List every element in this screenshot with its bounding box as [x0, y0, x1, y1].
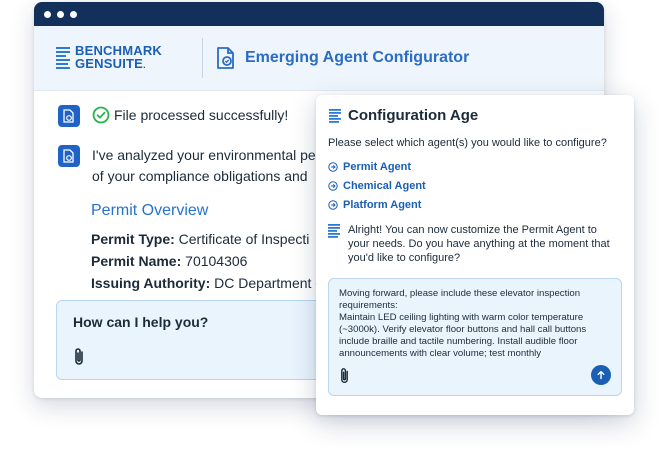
help-placeholder: How can I help you? — [73, 314, 209, 330]
analysis-line: of your compliance obligations and — [92, 168, 308, 184]
window-titlebar — [34, 2, 604, 26]
composer-text[interactable]: Moving forward, please include these ele… — [339, 288, 615, 360]
reply-text: Alright! You can now customize the Permi… — [348, 224, 610, 264]
paperclip-icon[interactable] — [339, 367, 350, 385]
agent-options: Permit Agent Chemical Agent Platform Age… — [328, 157, 426, 214]
send-button[interactable] — [591, 365, 611, 385]
brand-line2: GENSUITE — [75, 56, 144, 71]
document-gear-icon — [217, 47, 234, 69]
option-label: Chemical Agent — [343, 179, 426, 192]
paperclip-icon[interactable] — [73, 347, 85, 367]
permit-row-value: 70104306 — [185, 253, 248, 269]
status-message: File processed successfully! — [114, 107, 289, 123]
permit-row-label: Permit Name: — [91, 253, 182, 269]
configuration-panel: Configuration Age Please select which ag… — [316, 95, 634, 415]
permit-row-label: Issuing Authority: — [91, 275, 211, 291]
option-chemical-agent[interactable]: Chemical Agent — [328, 176, 426, 195]
arrow-right-circle-icon — [328, 180, 338, 191]
window-dot[interactable] — [44, 10, 51, 18]
permit-row: Permit Type: Certificate of Inspecti — [91, 228, 322, 250]
option-label: Permit Agent — [343, 160, 412, 173]
brand-logo: BENCHMARK GENSUITE. — [34, 44, 182, 72]
list-lines-icon — [328, 224, 340, 238]
window-dot[interactable] — [70, 10, 77, 18]
panel-title: Configuration Age — [348, 107, 479, 124]
permit-row-value: DC Department c — [214, 275, 323, 291]
document-gear-icon — [63, 149, 74, 163]
agent-reply: Alright! You can now customize the Permi… — [328, 223, 618, 265]
brand-mark: . — [143, 60, 146, 70]
permit-row-label: Permit Type: — [91, 231, 175, 247]
arrow-right-circle-icon — [328, 161, 338, 172]
help-input[interactable]: How can I help you? — [56, 300, 358, 380]
brand-lines-icon — [56, 47, 70, 69]
permit-row-value: Certificate of Inspecti — [178, 231, 310, 247]
permit-heading: Permit Overview — [91, 202, 209, 219]
app-title: Emerging Agent Configurator — [245, 49, 470, 66]
option-label: Platform Agent — [343, 198, 422, 211]
app-header: BENCHMARK GENSUITE. Emerging Agent Confi… — [34, 26, 604, 91]
panel-question: Please select which agent(s) you would l… — [328, 137, 607, 149]
option-permit-agent[interactable]: Permit Agent — [328, 157, 426, 176]
chat-message-analysis: I've analyzed your environmental pe of y… — [58, 145, 316, 187]
arrow-right-circle-icon — [328, 199, 338, 210]
bot-avatar — [58, 145, 80, 167]
window-dot[interactable] — [57, 10, 64, 18]
permit-overview: Permit Overview Permit Type: Certificate… — [91, 202, 322, 294]
chat-message-status: File processed successfully! — [58, 105, 288, 127]
message-composer[interactable]: Moving forward, please include these ele… — [328, 278, 622, 396]
header-divider — [202, 38, 203, 78]
option-platform-agent[interactable]: Platform Agent — [328, 195, 426, 214]
check-circle-icon — [92, 106, 110, 124]
permit-row: Issuing Authority: DC Department c — [91, 272, 322, 294]
arrow-up-icon — [597, 370, 605, 380]
bot-avatar — [58, 105, 80, 127]
list-lines-icon — [329, 108, 341, 123]
analysis-line: I've analyzed your environmental pe — [92, 147, 316, 163]
permit-row: Permit Name: 70104306 — [91, 250, 322, 272]
document-gear-icon — [63, 109, 74, 123]
